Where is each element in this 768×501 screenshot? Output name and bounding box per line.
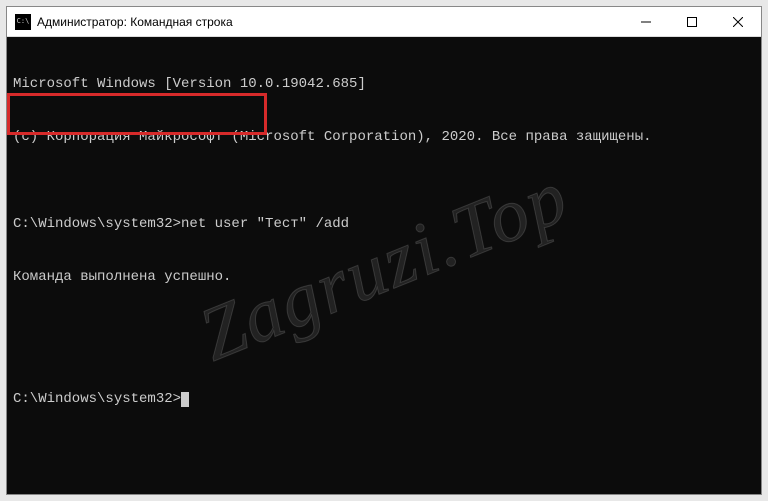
watermark-text: Zagruzi.Top — [186, 149, 582, 383]
terminal-line: Microsoft Windows [Version 10.0.19042.68… — [13, 76, 755, 94]
titlebar[interactable]: Администратор: Командная строка — [7, 7, 761, 37]
terminal-prompt-line: C:\Windows\system32> — [13, 391, 755, 409]
cursor — [181, 392, 189, 407]
window-title: Администратор: Командная строка — [37, 15, 623, 29]
cmd-window: Администратор: Командная строка Microsof… — [6, 6, 762, 495]
close-button[interactable] — [715, 7, 761, 36]
prompt-text: C:\Windows\system32> — [13, 391, 181, 407]
maximize-button[interactable] — [669, 7, 715, 36]
cmd-icon — [15, 14, 31, 30]
terminal-area[interactable]: Microsoft Windows [Version 10.0.19042.68… — [7, 37, 761, 494]
close-icon — [733, 17, 743, 27]
terminal-line: Команда выполнена успешно. — [13, 269, 755, 287]
minimize-icon — [641, 17, 651, 27]
terminal-line: (c) Корпорация Майкрософт (Microsoft Cor… — [13, 129, 755, 147]
window-controls — [623, 7, 761, 36]
maximize-icon — [687, 17, 697, 27]
minimize-button[interactable] — [623, 7, 669, 36]
terminal-line: C:\Windows\system32>net user "Тест" /add — [13, 216, 755, 234]
